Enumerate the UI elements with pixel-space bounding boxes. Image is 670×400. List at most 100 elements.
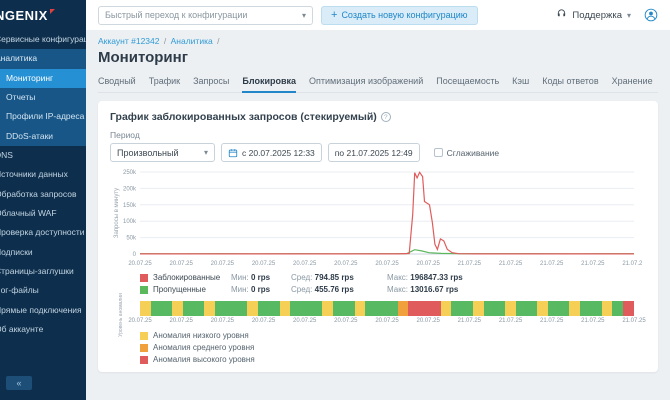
anomaly-cell: [548, 301, 559, 316]
tab-8[interactable]: Хранение: [612, 72, 653, 92]
svg-text:50k: 50k: [126, 236, 137, 242]
create-configuration-button[interactable]: + Создать новую конфигурацию: [321, 6, 478, 25]
sidebar-item-2[interactable]: Мониторинг: [0, 69, 86, 88]
strip-x-label: 20.07.25: [169, 318, 192, 324]
period-select[interactable]: Произвольный ▾: [110, 143, 215, 162]
chevron-down-icon: ▾: [204, 148, 208, 157]
sidebar-item-label: Аналитика: [0, 54, 37, 63]
svg-text:20.07.25: 20.07.25: [293, 261, 317, 267]
chevron-down-icon[interactable]: ▾: [627, 11, 631, 20]
logo-flag-icon: [50, 9, 55, 14]
anomaly-legend: Аномалия низкого уровняАномалия среднего…: [110, 331, 646, 364]
svg-text:20.07.25: 20.07.25: [375, 261, 399, 267]
tab-3[interactable]: Блокировка: [242, 72, 296, 93]
sidebar-item-13[interactable]: Лог-файлы: [0, 281, 86, 300]
smoothing-checkbox[interactable]: Сглаживание: [434, 148, 500, 158]
tab-4[interactable]: Оптимизация изображений: [309, 72, 423, 92]
headset-icon: [556, 8, 567, 22]
anomaly-cell: [408, 301, 419, 316]
tab-bar: Сводный Трафик Запросы Блокировка Оптимизаци…: [98, 72, 658, 93]
tab-7[interactable]: Коды ответов: [542, 72, 598, 92]
user-icon[interactable]: [644, 8, 658, 22]
sidebar-item-4[interactable]: Профили IP-адреса: [0, 107, 86, 126]
anomaly-cell: [376, 301, 387, 316]
anomaly-cell: [537, 301, 548, 316]
svg-text:21.07.25: 21.07.25: [499, 261, 523, 267]
sidebar-item-14[interactable]: Прямые подключения: [0, 301, 86, 320]
legend-stat: Мин: 0 rps: [231, 273, 283, 282]
anomaly-strip-ylabel: Уровень аномалии: [118, 293, 124, 337]
legend-item[interactable]: ЗаблокированныеМин: 0 rpsСред: 794.85 rp…: [140, 273, 646, 282]
svg-text:21.07.25: 21.07.25: [540, 261, 564, 267]
anomaly-cell: [269, 301, 280, 316]
strip-x-label: 20.07.25: [252, 318, 275, 324]
legend-item[interactable]: ПропущенныеМин: 0 rpsСред: 455.76 rpsМак…: [140, 285, 646, 294]
sidebar-item-15[interactable]: Об аккаунте: [0, 320, 86, 339]
anomaly-cell: [494, 301, 505, 316]
sidebar-collapse-button[interactable]: «: [6, 376, 32, 390]
tab-2[interactable]: Запросы: [193, 72, 229, 92]
tab-0[interactable]: Сводный: [98, 72, 136, 92]
anomaly-cell: [312, 301, 323, 316]
sidebar-item-0[interactable]: Сервисные конфигурации: [0, 30, 86, 49]
tab-1[interactable]: Трафик: [149, 72, 180, 92]
anomaly-cell: [430, 301, 441, 316]
anomaly-cell: [387, 301, 398, 316]
legend-stat: Сред: 794.85 rps: [291, 273, 379, 282]
legend-swatch: [140, 274, 148, 282]
date-from-input[interactable]: с 20.07.2025 12:33: [221, 143, 322, 162]
tab-6[interactable]: Кэш: [512, 72, 529, 92]
anomaly-cell: [602, 301, 613, 316]
sidebar-item-label: Мониторинг: [6, 74, 53, 83]
anomaly-legend-label: Аномалия среднего уровня: [153, 343, 254, 352]
anomaly-cell: [526, 301, 537, 316]
legend-stat: Макс: 196847.33 rps: [387, 273, 463, 282]
anomaly-legend-item: Аномалия высокого уровня: [140, 355, 646, 364]
anomaly-cell: [344, 301, 355, 316]
svg-text:250k: 250k: [123, 170, 137, 176]
sidebar-item-9[interactable]: Облачный WAF: [0, 204, 86, 223]
sidebar-item-6[interactable]: DNS: [0, 146, 86, 165]
sidebar-item-label: DDoS-атаки: [6, 132, 53, 141]
checkbox-box[interactable]: [434, 148, 443, 157]
sidebar-item-10[interactable]: Проверка доступности: [0, 223, 86, 242]
monitoring-panel: График заблокированных запросов (стекиру…: [98, 101, 658, 372]
anomaly-cell: [441, 301, 452, 316]
strip-x-label: 20.07.25: [375, 318, 398, 324]
sidebar-item-5[interactable]: DDoS-атаки: [0, 127, 86, 146]
info-icon[interactable]: ?: [381, 112, 391, 122]
quick-jump-select[interactable]: Быстрый переход к конфигурации ▾: [98, 6, 313, 25]
create-configuration-label: Создать новую конфигурацию: [341, 10, 467, 20]
breadcrumb-section-link[interactable]: Аналитика: [171, 36, 213, 46]
svg-text:20.07.25: 20.07.25: [128, 261, 152, 267]
anomaly-cell: [473, 301, 484, 316]
strip-x-label: 20.07.25: [211, 318, 234, 324]
panel-title: График заблокированных запросов (стекиру…: [110, 111, 377, 123]
legend-stat: Макс: 13016.67 rps: [387, 285, 458, 294]
sidebar-item-8[interactable]: Обработка запросов: [0, 185, 86, 204]
sidebar-item-12[interactable]: Страницы-заглушки: [0, 262, 86, 281]
sidebar-item-11[interactable]: Подписки: [0, 243, 86, 262]
svg-text:20.07.25: 20.07.25: [416, 261, 440, 267]
sidebar-item-7[interactable]: Источники данных: [0, 165, 86, 184]
support-label[interactable]: Поддержка: [572, 10, 622, 21]
date-from-value: с 20.07.2025 12:33: [242, 148, 315, 158]
svg-text:0: 0: [133, 252, 137, 258]
chart-legend: ЗаблокированныеМин: 0 rpsСред: 794.85 rp…: [110, 273, 646, 294]
breadcrumb-account-link[interactable]: Аккаунт #12342: [98, 36, 160, 46]
sidebar-item-3[interactable]: Отчеты: [0, 88, 86, 107]
sidebar-item-1[interactable]: Аналитика: [0, 49, 86, 68]
date-to-input[interactable]: по 21.07.2025 12:49: [328, 143, 420, 162]
panel-title-row: График заблокированных запросов (стекиру…: [110, 111, 646, 123]
anomaly-cell: [505, 301, 516, 316]
content: Аккаунт #12342 / Аналитика / Мониторинг …: [86, 30, 670, 400]
series-Заблокированные: [140, 172, 634, 254]
anomaly-cell: [194, 301, 205, 316]
sidebar-item-label: Об аккаунте: [0, 325, 43, 334]
anomaly-strip: [140, 301, 634, 316]
svg-text:20.07.25: 20.07.25: [334, 261, 358, 267]
strip-x-label: 21.07.25: [499, 318, 522, 324]
anomaly-cell: [612, 301, 623, 316]
anomaly-cell: [451, 301, 462, 316]
tab-5[interactable]: Посещаемость: [436, 72, 499, 92]
